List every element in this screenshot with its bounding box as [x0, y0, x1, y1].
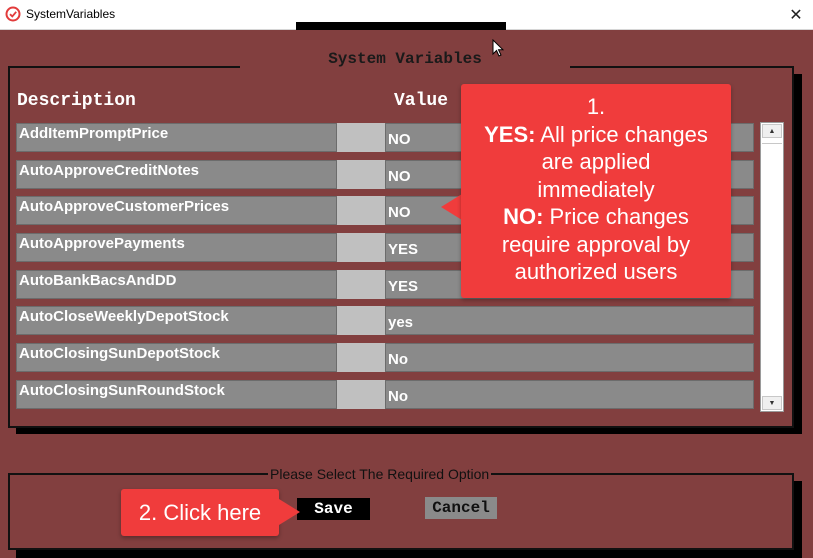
callout-no-text-line-2: require approval by — [501, 231, 691, 257]
variable-description-5: AutoCloseWeeklyDepotStock — [16, 306, 337, 335]
app-logo-icon — [5, 6, 21, 22]
cancel-button[interactable]: Cancel — [425, 497, 497, 519]
variable-description-3: AutoApprovePayments — [16, 233, 337, 262]
variable-value-field-5[interactable]: yes — [385, 306, 754, 335]
callout-yes-text-line-3: immediately — [537, 176, 655, 202]
variables-frame-shadow-right — [794, 74, 802, 434]
column-header-description: Description — [17, 91, 136, 111]
variable-value-field-6[interactable]: No — [385, 343, 754, 372]
callout-no-text: Price changes — [543, 204, 689, 229]
close-button[interactable]: ✕ — [779, 0, 813, 30]
variables-frame-heading: System Variables — [240, 50, 570, 72]
variable-spacer-4 — [337, 270, 385, 299]
variable-spacer-3 — [337, 233, 385, 262]
vertical-scrollbar[interactable]: ▲ ▼ — [760, 122, 784, 412]
save-button[interactable]: Save — [297, 498, 370, 520]
variable-spacer-1 — [337, 160, 385, 189]
variable-spacer-0 — [337, 123, 385, 152]
callout-pointer — [441, 194, 462, 220]
close-icon: ✕ — [789, 7, 803, 24]
options-prompt: Please Select The Required Option — [268, 466, 492, 482]
variable-description-1: AutoApproveCreditNotes — [16, 160, 337, 189]
scroll-thumb[interactable] — [762, 143, 782, 151]
variable-description-6: AutoClosingSunDepotStock — [16, 343, 337, 372]
scroll-down-button[interactable]: ▼ — [762, 396, 782, 410]
callout-yes-text: All price changes — [535, 121, 708, 147]
callout-click-text: 2. Click here — [138, 499, 262, 525]
variable-value-field-7[interactable]: No — [385, 380, 754, 409]
variable-spacer-2 — [337, 196, 385, 225]
hidden-heading-remnant — [296, 22, 506, 30]
variable-description-7: AutoClosingSunRoundStock — [16, 380, 337, 409]
variable-description-4: AutoBankBacsAndDD — [16, 270, 337, 299]
annotation-callout-price-approval: 1. YES: All price changes are applied im… — [461, 84, 731, 298]
chevron-down-icon: ▼ — [768, 399, 776, 407]
callout-no-label: NO: — [503, 204, 544, 229]
form-client-area: System Variables Description Value AddIt… — [0, 22, 813, 558]
callout-yes-text-line-2: are applied — [541, 149, 651, 174]
variable-description-2: AutoApproveCustomerPrices — [16, 196, 337, 225]
mouse-cursor-icon — [492, 39, 504, 57]
callout-step-number: 1. — [586, 94, 606, 119]
column-header-value: Value — [394, 91, 449, 111]
callout-yes-label: YES: — [484, 121, 536, 147]
variable-spacer-6 — [337, 343, 385, 372]
callout-yes-line: YES: All price changes — [461, 121, 731, 149]
variable-spacer-7 — [337, 380, 385, 409]
chevron-up-icon: ▲ — [768, 127, 776, 135]
callout-no-line: NO: Price changes — [461, 203, 731, 231]
variable-description-0: AddItemPromptPrice — [16, 123, 337, 152]
callout-pointer-save — [279, 499, 300, 525]
variables-frame-shadow — [16, 428, 802, 434]
variable-spacer-5 — [337, 306, 385, 335]
scroll-up-button[interactable]: ▲ — [762, 124, 782, 138]
options-frame-shadow-right — [794, 481, 802, 558]
window-title: SystemVariables — [26, 7, 116, 21]
annotation-callout-click-save: 2. Click here — [121, 489, 279, 536]
callout-no-text-line-3: authorized users — [514, 259, 678, 284]
